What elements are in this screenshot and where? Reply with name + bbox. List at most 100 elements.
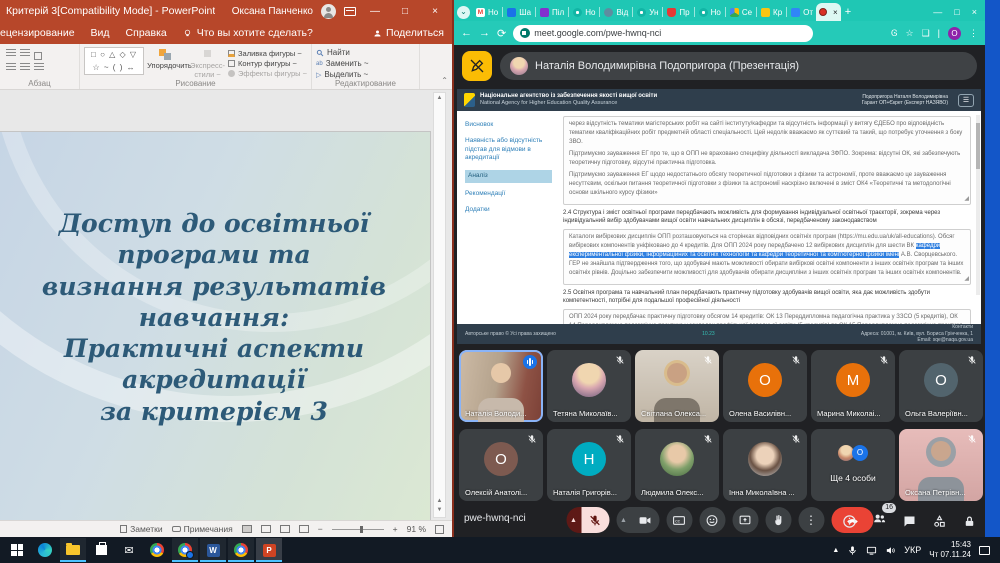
overflow-participants-tile[interactable]: О Ще 4 особи: [811, 429, 895, 501]
browser-maximize-button[interactable]: □: [954, 7, 959, 17]
shapes-gallery[interactable]: □ ○ △ ◇ ▽ ☆ ~ ( ) ↔: [84, 47, 145, 75]
mic-button[interactable]: ▲: [566, 507, 609, 533]
tray-expand-icon[interactable]: ▲: [832, 547, 839, 554]
arrange-button[interactable]: Упорядочить: [147, 47, 192, 77]
participant-tile[interactable]: О Олексій Анатолі...: [459, 429, 543, 501]
resize-handle-icon[interactable]: ◢: [964, 195, 969, 204]
ribbon-display-options-icon[interactable]: [344, 6, 356, 16]
network-icon[interactable]: [866, 545, 877, 556]
browser-tab[interactable]: Се: [727, 3, 755, 21]
action-center-icon[interactable]: [979, 545, 990, 555]
ppt-minimize-button[interactable]: —: [364, 6, 386, 17]
zoom-slider[interactable]: [331, 525, 384, 533]
footer-link[interactable]: 10.23: [556, 331, 861, 337]
taskbar-chrome-2[interactable]: [228, 538, 254, 562]
doc-nav-recommendations[interactable]: Рекомендації: [465, 190, 552, 199]
doc-nav-grounds[interactable]: Наявність або відсутність підстав для ві…: [465, 137, 552, 163]
collapse-ribbon-icon[interactable]: ⌃: [441, 76, 448, 85]
normal-view-icon[interactable]: [241, 525, 252, 533]
taskbar-clock[interactable]: 15:43 Чт 07.11.24: [929, 540, 971, 559]
doc-textarea[interactable]: ОПП 2024 року передбачає практичну підго…: [563, 308, 971, 324]
forward-icon[interactable]: →: [479, 27, 490, 39]
tab-close-icon[interactable]: ×: [833, 8, 838, 17]
shape-effects-button[interactable]: Эффекты фигуры ~: [228, 69, 307, 78]
doc-menu-icon[interactable]: ☰: [958, 93, 974, 107]
notes-button[interactable]: Заметки: [120, 524, 163, 534]
tell-me-box[interactable]: Что вы хотите сделать?: [183, 27, 313, 39]
fit-slide-icon[interactable]: [435, 524, 444, 534]
ppt-maximize-button[interactable]: □: [394, 6, 416, 17]
resize-handle-icon[interactable]: ◢: [964, 275, 969, 284]
zoom-level[interactable]: 91 %: [407, 524, 426, 534]
doc-nav-conclusion[interactable]: Висновок: [465, 121, 552, 130]
participant-tile[interactable]: Світлана Олекса...: [635, 350, 719, 422]
browser-minimize-button[interactable]: —: [933, 7, 942, 17]
browser-tab[interactable]: Піл: [537, 3, 567, 21]
comments-button[interactable]: Примечания: [171, 524, 233, 534]
browser-tab[interactable]: M Но: [473, 3, 501, 21]
tab-view[interactable]: Вид: [91, 27, 110, 39]
language-indicator[interactable]: УКР: [904, 545, 921, 555]
tray-mic-icon[interactable]: [847, 545, 858, 556]
tab-search-icon[interactable]: ⌄: [457, 5, 470, 19]
chat-icon[interactable]: [902, 514, 917, 529]
taskbar-word[interactable]: W: [200, 538, 226, 562]
reactions-button[interactable]: [699, 507, 725, 533]
doc-scrollbar[interactable]: [976, 115, 980, 295]
contacts-email[interactable]: Email: sqe@naqa.gov.ua: [861, 337, 973, 344]
participant-tile[interactable]: Інна Миколаївна ...: [723, 429, 807, 501]
people-button[interactable]: 16: [872, 503, 896, 531]
address-bar[interactable]: meet.google.com/pwe-hwnq-nci: [513, 24, 814, 42]
ppt-close-button[interactable]: ×: [424, 6, 446, 17]
zoom-in-icon[interactable]: +: [393, 524, 398, 534]
doc-nav-appendix[interactable]: Додатки: [465, 206, 552, 215]
taskbar-file-explorer[interactable]: [60, 538, 86, 562]
camera-button[interactable]: ▲: [616, 507, 659, 533]
slide-scrollbar[interactable]: ▲ ▲ ▼: [433, 92, 446, 518]
browser-tab[interactable]: Від: [601, 3, 631, 21]
share-button[interactable]: Поделиться: [373, 27, 444, 39]
activities-icon[interactable]: [932, 514, 947, 529]
active-tab-meet[interactable]: ×: [816, 3, 841, 21]
tab-help[interactable]: Справка: [126, 27, 167, 39]
reading-view-icon[interactable]: [279, 525, 290, 533]
raise-hand-button[interactable]: [765, 507, 791, 533]
participant-tile[interactable]: Тетяна Миколаїв...: [547, 350, 631, 422]
translate-icon[interactable]: Ꮆ: [891, 28, 897, 39]
slideshow-icon[interactable]: [298, 525, 309, 533]
meeting-details-icon[interactable]: [842, 514, 857, 529]
browser-tab[interactable]: Ша: [504, 3, 534, 21]
tab-review[interactable]: ецензирование: [0, 27, 75, 39]
taskbar-edge[interactable]: [32, 538, 58, 562]
browser-close-button[interactable]: ×: [972, 7, 977, 17]
participant-tile[interactable]: Н Наталія Григорів...: [547, 429, 631, 501]
browser-tab[interactable]: Ун: [634, 3, 661, 21]
browser-tab[interactable]: Но: [696, 3, 724, 21]
participant-tile[interactable]: Оксана Петрівн...: [899, 429, 983, 501]
slide-title[interactable]: Доступ до освітньої програми та визнання…: [6, 208, 422, 427]
mic-options-chevron-icon[interactable]: ▲: [566, 507, 581, 533]
reload-icon[interactable]: ⟳: [497, 27, 506, 40]
prev-next-slide-buttons[interactable]: ▲ ▼: [434, 497, 445, 515]
speaker-icon[interactable]: [885, 545, 896, 556]
slide[interactable]: Доступ до освітньої програми та визнання…: [0, 132, 430, 520]
taskbar-chrome-profile[interactable]: [172, 538, 198, 562]
participant-tile[interactable]: О Ольга Валеріївн...: [899, 350, 983, 422]
new-tab-icon[interactable]: +: [845, 6, 851, 18]
quick-styles-button[interactable]: Экспресс-стили ~: [190, 47, 225, 78]
browser-tab[interactable]: Кр: [758, 3, 785, 21]
profile-avatar[interactable]: O: [948, 26, 961, 40]
shape-outline-button[interactable]: Контур фигуры ~: [228, 59, 307, 68]
browser-tab[interactable]: Пр: [664, 3, 692, 21]
zoom-out-icon[interactable]: −: [318, 524, 323, 534]
doc-nav-analysis[interactable]: Аналіз: [465, 170, 552, 183]
camera-options-chevron-icon[interactable]: ▲: [616, 507, 631, 533]
browser-tab[interactable]: Но: [570, 3, 598, 21]
participant-tile[interactable]: Людмила Олекс...: [635, 429, 719, 501]
start-button[interactable]: [4, 538, 30, 562]
taskbar-powerpoint[interactable]: P: [256, 538, 282, 562]
find-button[interactable]: Найти: [316, 47, 415, 58]
taskbar-store[interactable]: [88, 538, 114, 562]
captions-button[interactable]: cc: [666, 507, 692, 533]
taskbar-chrome[interactable]: [144, 538, 170, 562]
